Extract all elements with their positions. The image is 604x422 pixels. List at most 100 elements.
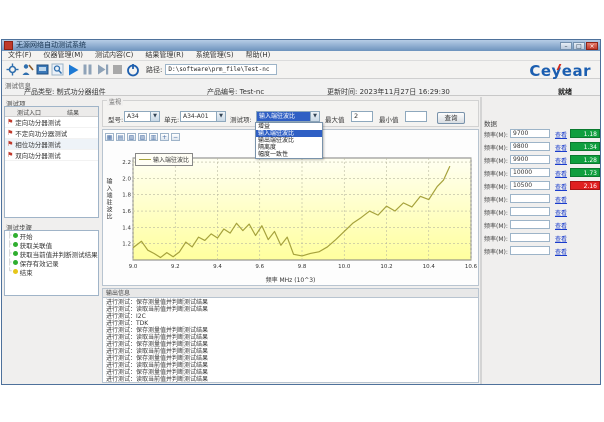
result-badge: 2.16 bbox=[570, 181, 600, 190]
svg-text:10.6: 10.6 bbox=[465, 264, 477, 270]
settings-icon[interactable] bbox=[5, 62, 20, 77]
maximize-button[interactable]: □ bbox=[573, 42, 585, 50]
stop-icon[interactable] bbox=[110, 62, 125, 77]
view-link[interactable]: 查看 bbox=[555, 182, 567, 191]
flag-icon: ⚑ bbox=[7, 151, 13, 159]
result-row: 频率(M):查看 bbox=[484, 219, 600, 231]
svg-text:1.4: 1.4 bbox=[122, 225, 131, 231]
path-label: 路径: bbox=[146, 65, 162, 75]
step-status-dot bbox=[13, 233, 18, 238]
dropdown-option[interactable]: 增益 bbox=[256, 123, 322, 130]
frequency-input[interactable]: 9900 bbox=[510, 155, 550, 164]
view-link[interactable]: 查看 bbox=[555, 247, 567, 256]
svg-text:10.4: 10.4 bbox=[423, 264, 436, 270]
menu-test-content[interactable]: 测试内容(C) bbox=[89, 51, 139, 60]
menu-file[interactable]: 文件(F) bbox=[2, 51, 38, 60]
export-icon[interactable]: ▨ bbox=[138, 133, 147, 141]
test-item-select[interactable]: 输入端驻波比▼ bbox=[256, 111, 320, 122]
log-line: 进行测试：I2C bbox=[106, 313, 475, 320]
min-limit-input[interactable] bbox=[405, 111, 427, 122]
view-link[interactable]: 查看 bbox=[555, 156, 567, 165]
model-select[interactable]: A34▼ bbox=[124, 111, 160, 122]
frequency-input[interactable]: 10500 bbox=[510, 181, 550, 190]
zoom-out-button[interactable]: − bbox=[171, 133, 180, 141]
view-link[interactable]: 查看 bbox=[555, 169, 567, 178]
results-panel-title: 数据 bbox=[484, 118, 600, 128]
test-item-row[interactable]: ⚑不定向功分器测试 bbox=[5, 128, 98, 139]
test-item-row[interactable]: ⚑相位功分器测试 bbox=[5, 139, 98, 150]
query-button[interactable]: 查询 bbox=[437, 112, 465, 124]
view-link[interactable]: 查看 bbox=[555, 221, 567, 230]
play-icon[interactable] bbox=[65, 62, 80, 77]
power-icon[interactable] bbox=[125, 62, 140, 77]
save-icon[interactable]: ▦ bbox=[105, 133, 114, 141]
chart-toolbar: ▦ ▤ ▧ ▨ ▥ + − bbox=[105, 132, 180, 141]
log-line: 进行测试：保存测量值并判断测试结果 bbox=[106, 355, 475, 362]
step-item[interactable]: └结束 bbox=[5, 267, 98, 276]
minimize-button[interactable]: – bbox=[560, 42, 572, 50]
dropdown-option[interactable]: 幅度一致性 bbox=[256, 151, 322, 158]
unit-select[interactable]: A34-A01▼ bbox=[180, 111, 226, 122]
steps-list: ├开始 ├获取关联值 ├获取当前值并判断测试结果 ├保存有效记录 └结束 bbox=[4, 230, 99, 296]
result-row: 频率(M):9800查看1.34 bbox=[484, 141, 600, 153]
menu-instrument[interactable]: 仪器管理(M) bbox=[38, 51, 90, 60]
grid-icon[interactable]: ▥ bbox=[149, 133, 158, 141]
view-link[interactable]: 查看 bbox=[555, 195, 567, 204]
instrument-icon[interactable] bbox=[35, 62, 50, 77]
log-line: 进行测试：保存测量值并判断测试结果 bbox=[106, 327, 475, 334]
menu-system[interactable]: 系统管理(S) bbox=[190, 51, 240, 60]
view-link[interactable]: 查看 bbox=[555, 143, 567, 152]
view-link[interactable]: 查看 bbox=[555, 208, 567, 217]
frequency-input[interactable]: 10000 bbox=[510, 168, 550, 177]
zoom-in-button[interactable]: + bbox=[160, 133, 169, 141]
app-window: 无源网络自动测试系统 – □ × 文件(F) 仪器管理(M) 测试内容(C) 结… bbox=[1, 39, 601, 385]
frequency-input[interactable]: 9700 bbox=[510, 129, 550, 138]
pause-icon[interactable] bbox=[80, 62, 95, 77]
log-line: 进行测试：保存测量值并判断测试结果 bbox=[106, 369, 475, 376]
unit-label: 单元: bbox=[164, 114, 179, 124]
svg-text:2.2: 2.2 bbox=[122, 160, 131, 166]
tree-connector: ├ bbox=[8, 232, 12, 239]
view-link[interactable]: 查看 bbox=[555, 130, 567, 139]
tree-connector: ├ bbox=[8, 259, 12, 266]
print-icon[interactable]: ▧ bbox=[127, 133, 136, 141]
result-badge: 1.73 bbox=[570, 168, 600, 177]
log-line: 进行测试：读取当前值并判断测试结果 bbox=[106, 376, 475, 383]
title-bar: 无源网络自动测试系统 – □ × bbox=[2, 40, 600, 51]
dropdown-option[interactable]: 输入端驻波比 bbox=[256, 130, 322, 137]
min-limit-label: 最小值 bbox=[379, 114, 399, 124]
log-output[interactable]: 进行测试：保存测量值并判断测试结果 进行测试：读取当前值并判断测试结果 进行测试… bbox=[102, 297, 479, 383]
svg-text:9.2: 9.2 bbox=[171, 264, 180, 270]
frequency-input[interactable]: 9800 bbox=[510, 142, 550, 151]
frequency-input[interactable] bbox=[510, 194, 550, 203]
log-line: 进行测试：读取当前值并判断测试结果 bbox=[106, 348, 475, 355]
path-input[interactable] bbox=[165, 64, 277, 75]
panel-splitter[interactable] bbox=[480, 97, 482, 384]
frequency-label: 频率(M): bbox=[484, 208, 508, 217]
svg-text:9.4: 9.4 bbox=[213, 264, 222, 270]
close-button[interactable]: × bbox=[586, 42, 598, 50]
result-row: 频率(M):查看 bbox=[484, 245, 600, 257]
flag-icon: ⚑ bbox=[7, 129, 13, 137]
frequency-input[interactable] bbox=[510, 207, 550, 216]
frequency-input[interactable] bbox=[510, 246, 550, 255]
view-link[interactable]: 查看 bbox=[555, 234, 567, 243]
test-item-row[interactable]: ⚑双向功分器测试 bbox=[5, 150, 98, 161]
image-icon[interactable]: ▤ bbox=[116, 133, 125, 141]
calibration-icon[interactable] bbox=[20, 62, 35, 77]
dropdown-option[interactable]: 隔离度 bbox=[256, 144, 322, 151]
frequency-input[interactable] bbox=[510, 220, 550, 229]
search-icon[interactable] bbox=[50, 62, 65, 77]
brand-logo: Ceyear bbox=[529, 62, 591, 80]
max-limit-input[interactable]: 2 bbox=[351, 111, 373, 122]
step-icon[interactable] bbox=[95, 62, 110, 77]
menu-help[interactable]: 帮助(H) bbox=[240, 51, 277, 60]
result-badge: 1.28 bbox=[570, 155, 600, 164]
log-panel-title: 输出信息 bbox=[102, 288, 479, 297]
test-item-row[interactable]: ⚑定向功分器测试 bbox=[5, 117, 98, 128]
menu-results[interactable]: 结果管理(R) bbox=[139, 51, 189, 60]
frequency-input[interactable] bbox=[510, 233, 550, 242]
flag-icon: ⚑ bbox=[7, 118, 13, 126]
dropdown-option[interactable]: 输出端驻波比 bbox=[256, 137, 322, 144]
step-status-dot bbox=[13, 251, 18, 256]
